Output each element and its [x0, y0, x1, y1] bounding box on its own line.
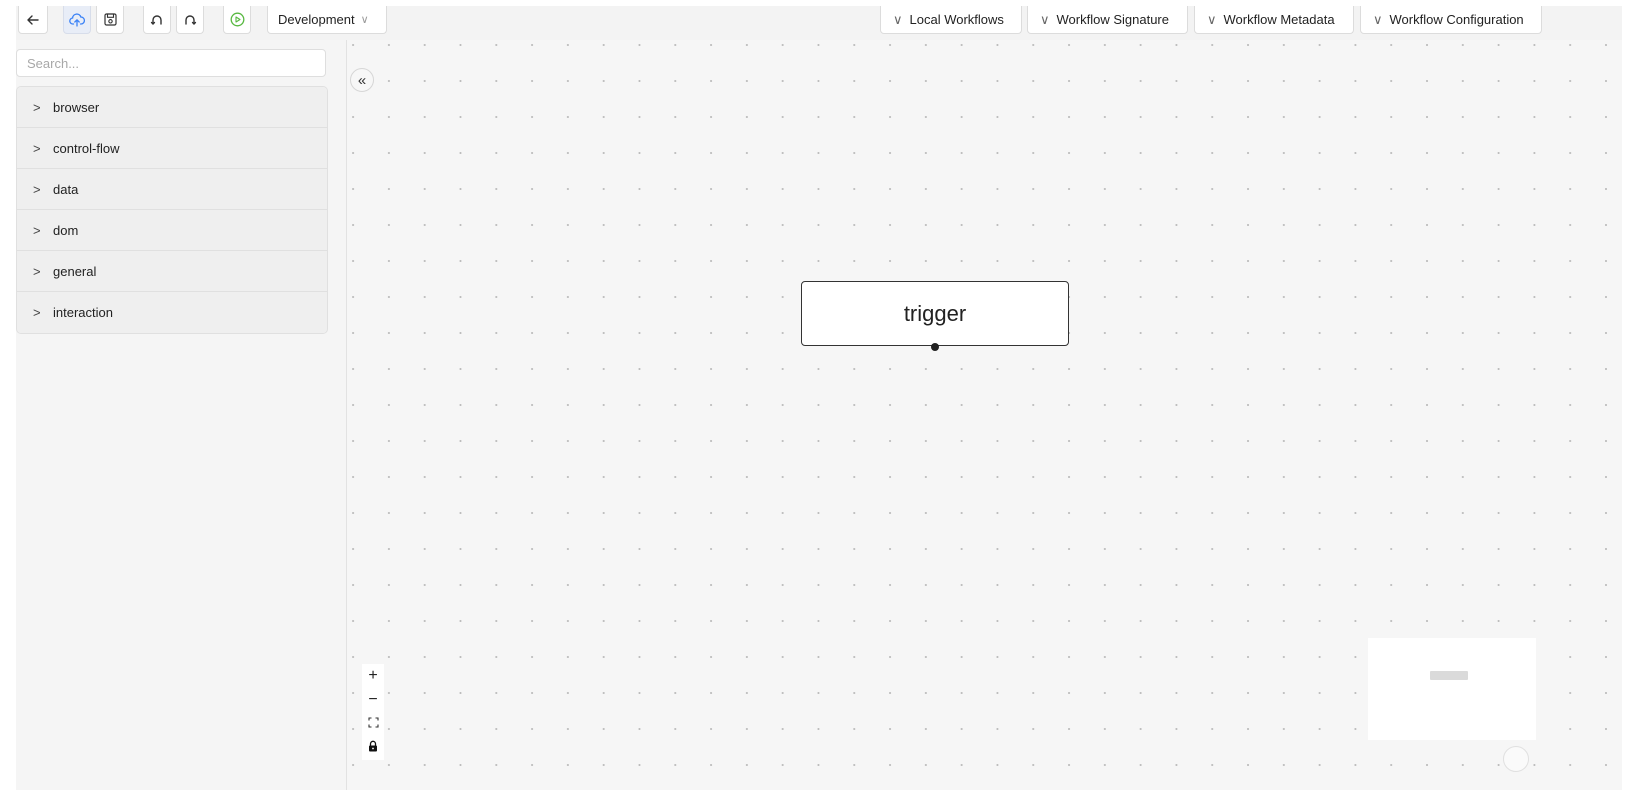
- workflow-editor: Development ∨ ∨ Local Workflows ∨ Workfl…: [16, 6, 1622, 790]
- double-chevron-left-icon: «: [357, 71, 367, 89]
- redo-button[interactable]: [176, 6, 204, 34]
- workflow-signature-button[interactable]: ∨ Workflow Signature: [1027, 6, 1188, 34]
- chevron-right-icon: >: [33, 305, 41, 320]
- node-label: trigger: [903, 300, 967, 326]
- category-label: control-flow: [53, 140, 120, 156]
- zoom-in-button[interactable]: +: [362, 664, 384, 688]
- undo-button[interactable]: [143, 6, 171, 34]
- category-data[interactable]: > data: [17, 169, 327, 210]
- minus-icon: −: [368, 691, 378, 708]
- chevron-right-icon: >: [33, 222, 41, 238]
- zoom-out-button[interactable]: −: [362, 688, 384, 712]
- undo-icon: [150, 13, 164, 27]
- node-output-handle[interactable]: [931, 343, 939, 351]
- collapse-sidebar-button[interactable]: «: [350, 68, 374, 92]
- play-circle-icon: [230, 12, 245, 27]
- fit-view-icon: [367, 715, 379, 733]
- category-general[interactable]: > general: [17, 251, 327, 292]
- chevron-down-icon: ∨: [360, 14, 369, 26]
- minimap-node: [1430, 671, 1468, 680]
- back-arrow-icon: [26, 13, 40, 27]
- back-button[interactable]: [18, 6, 48, 34]
- toolbar: Development ∨ ∨ Local Workflows ∨ Workfl…: [16, 6, 1622, 41]
- category-label: dom: [53, 222, 79, 238]
- workflow-metadata-button[interactable]: ∨ Workflow Metadata: [1194, 6, 1354, 34]
- lock-button[interactable]: [362, 736, 384, 760]
- zoom-controls: + −: [362, 664, 384, 760]
- workflow-canvas[interactable]: « trigger + −: [347, 40, 1622, 790]
- cloud-upload-icon: [69, 12, 85, 27]
- local-workflows-button[interactable]: ∨ Local Workflows: [880, 6, 1022, 34]
- category-label: data: [53, 181, 79, 197]
- lock-icon: [368, 739, 378, 757]
- upload-button[interactable]: [63, 6, 91, 34]
- workflow-signature-label: Workflow Signature: [1056, 12, 1169, 27]
- category-dom[interactable]: > dom: [17, 210, 327, 251]
- fit-view-button[interactable]: [362, 712, 384, 736]
- category-browser[interactable]: > browser: [17, 87, 327, 128]
- chevron-right-icon: >: [33, 263, 41, 279]
- chevron-down-icon: ∨: [1040, 11, 1050, 27]
- workflow-metadata-label: Workflow Metadata: [1223, 12, 1335, 27]
- category-label: general: [53, 263, 97, 279]
- environment-value: Development: [278, 12, 355, 27]
- chevron-right-icon: >: [33, 99, 41, 115]
- chevron-right-icon: >: [33, 181, 41, 197]
- redo-icon: [183, 13, 197, 27]
- chevron-down-icon: ∨: [1207, 11, 1217, 27]
- workflow-configuration-button[interactable]: ∨ Workflow Configuration: [1360, 6, 1542, 34]
- workflow-configuration-label: Workflow Configuration: [1389, 12, 1524, 27]
- plus-icon: +: [368, 667, 378, 684]
- category-label: interaction: [53, 305, 113, 320]
- save-icon: [103, 13, 117, 26]
- category-control-flow[interactable]: > control-flow: [17, 128, 327, 169]
- category-label: browser: [53, 99, 100, 115]
- node-palette-sidebar: > browser > control-flow > data > dom > …: [16, 40, 347, 790]
- run-button[interactable]: [223, 6, 251, 34]
- category-interaction[interactable]: > interaction: [17, 292, 327, 333]
- local-workflows-label: Local Workflows: [909, 12, 1004, 27]
- trigger-node[interactable]: trigger: [801, 281, 1069, 346]
- minimap[interactable]: [1368, 638, 1536, 740]
- search-input[interactable]: [16, 49, 326, 77]
- save-button[interactable]: [96, 6, 124, 34]
- attribution-badge[interactable]: [1503, 746, 1529, 772]
- chevron-down-icon: ∨: [893, 11, 903, 27]
- chevron-down-icon: ∨: [1373, 11, 1383, 27]
- chevron-right-icon: >: [33, 140, 41, 156]
- environment-select[interactable]: Development ∨: [267, 6, 387, 34]
- category-list: > browser > control-flow > data > dom > …: [16, 86, 328, 334]
